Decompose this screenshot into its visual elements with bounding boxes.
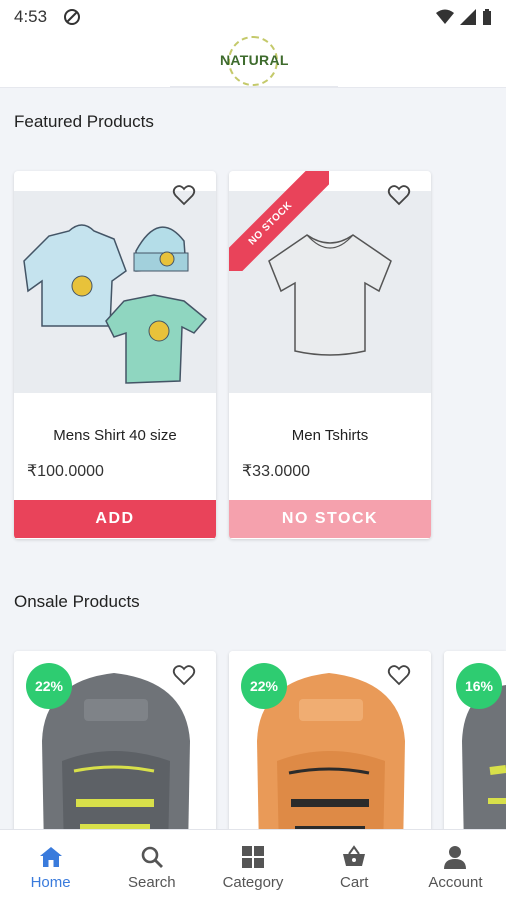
search-icon xyxy=(141,846,163,868)
logo-text: NATURAL xyxy=(220,51,289,68)
discount-badge: 22% xyxy=(26,663,72,709)
brand-logo[interactable]: NATURAL xyxy=(220,35,289,86)
header-divider xyxy=(170,86,338,88)
nav-category[interactable]: Category xyxy=(202,830,303,900)
sale-product-card[interactable]: 16% xyxy=(444,651,506,851)
status-time: 4:53 xyxy=(14,7,48,26)
featured-section-title: Featured Products xyxy=(14,112,154,131)
out-of-stock-ribbon: NO STOCK xyxy=(229,171,329,271)
product-card[interactable]: Mens Shirt 40 size ₹100.0000 ADD xyxy=(14,171,216,539)
add-to-cart-button[interactable]: ADD xyxy=(14,500,216,538)
hoodie-tshirt-illustration xyxy=(23,224,208,384)
sale-product-card[interactable]: 22% xyxy=(229,651,431,851)
sale-product-card[interactable]: 22% xyxy=(14,651,216,851)
nav-cart-label: Cart xyxy=(340,874,369,891)
product-name[interactable]: Men Tshirts xyxy=(229,427,431,444)
onsale-section-title: Onsale Products xyxy=(14,592,140,611)
nav-category-label: Category xyxy=(222,874,284,891)
status-bar: 4:53 xyxy=(0,0,506,34)
bottom-navigation: Home Search Category Cart Account xyxy=(0,829,506,900)
ribbon-label: NO STOCK xyxy=(229,171,329,271)
product-image[interactable] xyxy=(14,191,216,393)
nav-home-label: Home xyxy=(30,874,71,891)
nav-cart[interactable]: Cart xyxy=(304,830,405,900)
do-not-disturb-icon xyxy=(64,9,81,25)
product-card[interactable]: NO STOCK Men Tshirts ₹33.0000 NO STOCK xyxy=(229,171,431,539)
nav-search[interactable]: Search xyxy=(101,830,202,900)
discount-badge: 16% xyxy=(456,663,502,709)
wishlist-heart-icon[interactable] xyxy=(172,183,196,207)
product-name[interactable]: Mens Shirt 40 size xyxy=(14,427,216,444)
grid-icon xyxy=(242,846,264,868)
discount-badge: 22% xyxy=(241,663,287,709)
nav-account[interactable]: Account xyxy=(405,830,506,900)
battery-icon xyxy=(483,9,491,25)
wishlist-heart-icon[interactable] xyxy=(387,183,411,207)
nav-home[interactable]: Home xyxy=(0,830,101,900)
basket-icon xyxy=(343,845,366,866)
product-price: ₹33.0000 xyxy=(242,463,311,480)
nav-account-label: Account xyxy=(428,874,483,891)
no-stock-button[interactable]: NO STOCK xyxy=(229,500,431,538)
app-header: NATURAL xyxy=(0,34,506,88)
person-icon xyxy=(444,846,467,869)
wishlist-heart-icon[interactable] xyxy=(387,663,411,687)
nav-search-label: Search xyxy=(128,874,176,891)
wifi-icon xyxy=(436,9,454,24)
home-icon xyxy=(39,847,62,867)
product-price: ₹100.0000 xyxy=(27,463,104,480)
wishlist-heart-icon[interactable] xyxy=(172,663,196,687)
signal-icon xyxy=(460,9,476,25)
